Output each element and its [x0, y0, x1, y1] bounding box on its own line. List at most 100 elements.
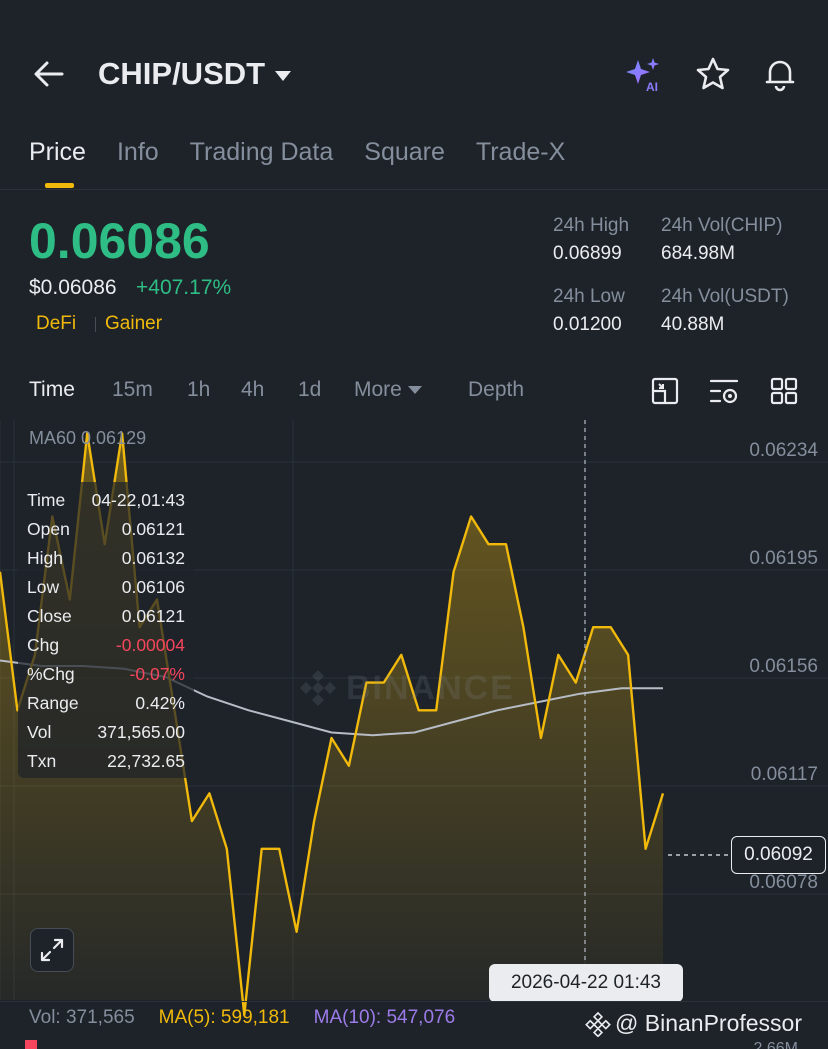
usd-price: $0.06086: [29, 276, 117, 299]
volume-axis-tick: 2.66M: [753, 1040, 798, 1049]
ai-button[interactable]: AI: [624, 54, 664, 94]
divider: [0, 189, 828, 190]
tooltip-row: Time 04-22,01:43: [27, 490, 185, 512]
vol-quote-label: 24h Vol(USDT): [661, 286, 789, 307]
tooltip-value: -0.07%: [129, 664, 185, 684]
tooltip-row: Chg -0.00004: [27, 635, 185, 657]
interval-1h[interactable]: 1h: [187, 378, 210, 402]
interval-15m[interactable]: 15m: [112, 378, 153, 402]
tooltip-key: Range: [27, 693, 79, 713]
tooltip-row: High 0.06132: [27, 548, 185, 570]
tab-trade-x[interactable]: Trade-X: [476, 138, 565, 167]
tooltip-key: Time: [27, 490, 66, 510]
interval-more[interactable]: More: [354, 378, 422, 402]
tooltip-value: 0.42%: [135, 693, 185, 713]
tab-trading-data[interactable]: Trading Data: [190, 138, 334, 167]
high-label: 24h High: [553, 215, 630, 236]
y-tick: 0.06117: [750, 764, 818, 785]
ai-sparkle-icon: AI: [626, 58, 659, 94]
tooltip-row: Vol 371,565.00: [27, 722, 185, 744]
tooltip-value: 04-22,01:43: [91, 490, 185, 510]
tooltip-key: Vol: [27, 722, 52, 742]
tooltip-value: 0.06121: [121, 519, 185, 539]
interval-time[interactable]: Time: [29, 378, 75, 402]
tooltip-row: %Chg -0.07%: [27, 664, 185, 686]
credit-text: @ BinanProfessor: [615, 1010, 802, 1036]
last-price-tag: 0.06092: [731, 836, 826, 874]
svg-text:AI: AI: [646, 80, 658, 94]
crosshair-time-badge: 2026-04-22 01:43: [489, 964, 683, 1002]
chevron-down-icon: [407, 386, 422, 395]
tooltip-key: %Chg: [27, 664, 75, 684]
active-tab-indicator: [45, 183, 74, 188]
y-tick: 0.06195: [749, 548, 818, 569]
vol-quote-value: 40.88M: [661, 314, 725, 335]
star-icon: [696, 57, 730, 90]
tab-bar: Price Info Trading Data Square Trade-X: [29, 138, 565, 167]
vol-ma10: MA(10): 547,076: [313, 1007, 456, 1028]
layout-button[interactable]: [767, 374, 801, 408]
tooltip-row: Low 0.06106: [27, 577, 185, 599]
expand-icon: [40, 938, 64, 962]
depth-tab[interactable]: Depth: [468, 378, 524, 402]
volume-indicators: Vol: 371,565 MA(5): 599,181 MA(10): 547,…: [29, 1007, 455, 1029]
tag-divider: [95, 317, 96, 332]
indicator-settings-icon: [709, 379, 739, 404]
tab-square[interactable]: Square: [364, 138, 445, 167]
y-tick: 0.06156: [749, 656, 818, 677]
chart-settings-button[interactable]: [648, 374, 682, 408]
tooltip-row: Txn 22,732.65: [27, 751, 185, 773]
tooltip-row: Open 0.06121: [27, 519, 185, 541]
tooltip-value: 371,565.00: [97, 722, 185, 742]
vol-base-label: 24h Vol(CHIP): [661, 215, 783, 236]
watermark-text: BINANCE: [346, 668, 515, 707]
tooltip-row: Range 0.42%: [27, 693, 185, 715]
price-change-percent: +407.17%: [136, 276, 232, 299]
tooltip-key: Low: [27, 577, 60, 597]
tooltip-row: Close 0.06121: [27, 606, 185, 628]
back-arrow-icon: [34, 61, 64, 87]
fullscreen-button[interactable]: [30, 928, 74, 972]
favorite-button[interactable]: [693, 54, 733, 94]
low-label: 24h Low: [553, 286, 625, 307]
ma60-label: MA60 0.06129: [29, 428, 147, 448]
tooltip-value: -0.00004: [115, 635, 185, 655]
vol-value: Vol: 371,565: [29, 1007, 135, 1028]
high-value: 0.06899: [553, 243, 622, 264]
interval-1d[interactable]: 1d: [298, 378, 321, 402]
tooltip-key: Open: [27, 519, 70, 539]
tag-defi[interactable]: DeFi: [36, 313, 76, 335]
tooltip-key: High: [27, 548, 63, 568]
low-value: 0.01200: [553, 314, 622, 335]
chevron-down-icon: [275, 71, 292, 81]
tooltip-value: 0.06132: [121, 548, 185, 568]
back-button[interactable]: [30, 56, 70, 92]
tooltip-key: Chg: [27, 635, 60, 655]
tooltip-value: 22,732.65: [107, 751, 185, 771]
ohlc-tooltip: Time 04-22,01:43 Open 0.06121 High 0.06132 Low…: [18, 482, 194, 778]
grid-layout-icon: [770, 377, 798, 405]
vol-ma5: MA(5): 599,181: [158, 1007, 290, 1028]
pair-title: CHIP/USDT: [98, 56, 266, 91]
binance-watermark: BINANCE: [298, 668, 515, 708]
vol-base-value: 684.98M: [661, 243, 735, 264]
bell-icon: [765, 60, 795, 92]
tooltip-key: Txn: [27, 751, 57, 771]
pair-selector[interactable]: CHIP/USDT: [98, 56, 292, 92]
credit-watermark: @ BinanProfessor: [585, 1010, 802, 1037]
tooltip-value: 0.06106: [121, 577, 185, 597]
tab-price[interactable]: Price: [29, 138, 86, 167]
tag-gainer[interactable]: Gainer: [105, 313, 162, 335]
y-tick: 0.06078: [749, 872, 818, 893]
last-price: 0.06086: [29, 213, 210, 269]
indicator-settings-button[interactable]: [707, 374, 741, 408]
tab-info[interactable]: Info: [117, 138, 159, 167]
more-label: More: [354, 378, 402, 401]
alert-button[interactable]: [760, 54, 800, 94]
divider: [0, 1001, 828, 1002]
interval-4h[interactable]: 4h: [241, 378, 264, 402]
binance-logo-icon: [585, 1011, 611, 1037]
chart-settings-icon: [651, 377, 679, 405]
binance-logo-icon: [300, 670, 336, 706]
y-tick: 0.06234: [749, 440, 818, 461]
